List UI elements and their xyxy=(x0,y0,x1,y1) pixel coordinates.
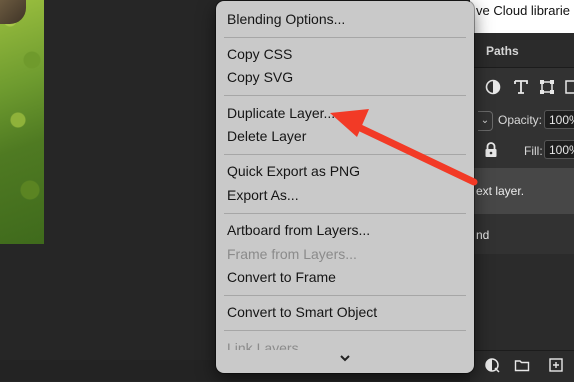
layers-list-empty-area xyxy=(470,254,574,350)
adjustment-layer-icon[interactable] xyxy=(484,357,500,373)
type-filter-icon[interactable] xyxy=(512,78,530,96)
menu-separator xyxy=(224,330,466,331)
fill-label: Fill: xyxy=(524,144,543,158)
new-group-icon[interactable] xyxy=(514,357,530,373)
layer-row-selected[interactable]: ext layer. xyxy=(470,168,574,214)
chevron-down-icon[interactable] xyxy=(338,351,352,365)
lock-icon[interactable] xyxy=(484,142,498,158)
menu-item-copy-css[interactable]: Copy CSS xyxy=(227,46,292,62)
menu-item-convert-to-smart-object[interactable]: Convert to Smart Object xyxy=(227,304,377,320)
menu-item-duplicate-layer[interactable]: Duplicate Layer... xyxy=(227,105,335,121)
menu-separator xyxy=(224,95,466,96)
menu-separator xyxy=(224,295,466,296)
layer-filter-row xyxy=(470,68,574,106)
layer-name: ext layer. xyxy=(476,184,525,198)
canvas-rock xyxy=(0,0,26,24)
new-layer-icon[interactable] xyxy=(548,357,564,373)
cloud-libraries-banner: ve Cloud librarie xyxy=(470,0,574,33)
canvas-image xyxy=(0,0,44,244)
layer-context-menu: Blending Options... Copy CSS Copy SVG Du… xyxy=(216,1,474,373)
menu-item-frame-from-layers: Frame from Layers... xyxy=(227,246,357,262)
lock-fill-row: Fill: 100% xyxy=(470,134,574,168)
menu-item-export-as[interactable]: Export As... xyxy=(227,187,299,203)
opacity-field[interactable]: 100% xyxy=(544,110,574,129)
layers-footer xyxy=(470,350,574,382)
menu-item-quick-export-png[interactable]: Quick Export as PNG xyxy=(227,163,360,179)
smart-object-filter-icon[interactable] xyxy=(564,78,574,96)
menu-item-artboard-from-layers[interactable]: Artboard from Layers... xyxy=(227,222,370,238)
menu-separator xyxy=(224,37,466,38)
menu-item-blending-options[interactable]: Blending Options... xyxy=(227,11,345,27)
tab-paths[interactable]: Paths xyxy=(486,44,519,58)
opacity-label: Opacity: xyxy=(498,113,543,127)
shape-filter-icon[interactable] xyxy=(538,78,556,96)
menu-item-convert-to-frame[interactable]: Convert to Frame xyxy=(227,269,336,285)
menu-separator xyxy=(224,213,466,214)
menu-item-link-layers: Link Layers xyxy=(227,340,299,356)
layer-name: nd xyxy=(476,228,490,242)
opacity-row: ⌄ Opacity: 100% xyxy=(470,106,574,134)
layer-row[interactable]: nd xyxy=(470,214,574,254)
fill-field[interactable]: 100% xyxy=(544,140,574,159)
blend-mode-dropdown[interactable]: ⌄ xyxy=(478,111,493,131)
menu-item-copy-svg[interactable]: Copy SVG xyxy=(227,69,293,85)
menu-item-delete-layer[interactable]: Delete Layer xyxy=(227,128,306,144)
adjustment-filter-icon[interactable] xyxy=(484,78,502,96)
menu-separator xyxy=(224,154,466,155)
panel-tab-bar: Paths xyxy=(470,33,574,68)
